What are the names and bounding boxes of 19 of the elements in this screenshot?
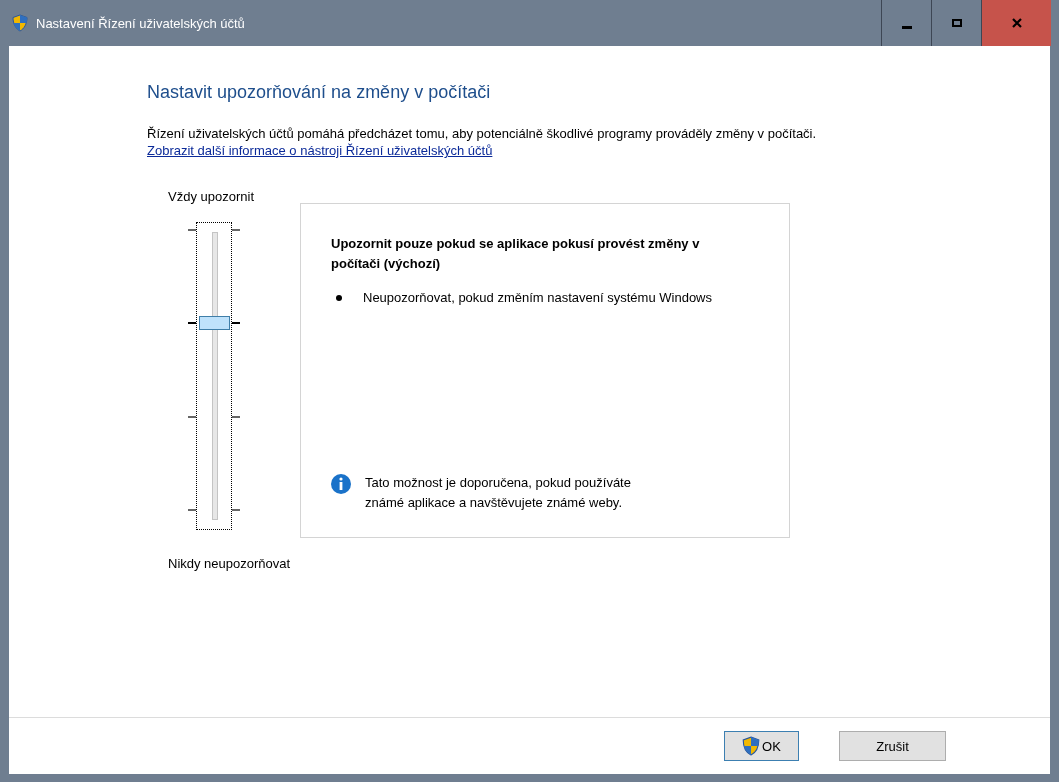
dialog-button[interactable]: OK xyxy=(724,731,799,761)
minimize-icon xyxy=(901,25,912,29)
shield-icon xyxy=(12,14,28,32)
slider-bottom-label: Nikdy neupozorňovat xyxy=(168,556,292,571)
slider-thumb[interactable] xyxy=(199,316,230,331)
dialog-button[interactable]: Zrušit xyxy=(839,731,946,761)
info-link[interactable]: Zobrazit další informace o nástroji Řízení uživatelských účtů xyxy=(147,142,493,159)
info-icon xyxy=(331,474,351,494)
window-title: Nastavení Řízení uživatelských účtů xyxy=(36,15,245,31)
close-icon xyxy=(1011,18,1022,28)
bullet-icon xyxy=(336,295,342,301)
slider-top-label: Vždy upozornit xyxy=(168,189,255,204)
close-button[interactable] xyxy=(981,0,1051,46)
description-text: Řízení uživatelských účtů pomáhá předcházet tomu, aby potenciálně škodlivé programy prováděly změny v počítači. xyxy=(147,125,818,142)
page-heading: Nastavit upozorňování na změny v počítači xyxy=(147,82,492,103)
recommendation-text: Tato možnost je doporučena, pokud používáte známé aplikace a navštěvujete známé weby. xyxy=(365,474,632,512)
option-title: Upozornit pouze pokud se aplikace pokusí provést změny v počítači (výchozí) xyxy=(331,235,701,273)
maximize-icon xyxy=(951,19,962,27)
bullet-text: Neupozorňovat, pokud změním nastavení systému Windows xyxy=(363,289,712,307)
